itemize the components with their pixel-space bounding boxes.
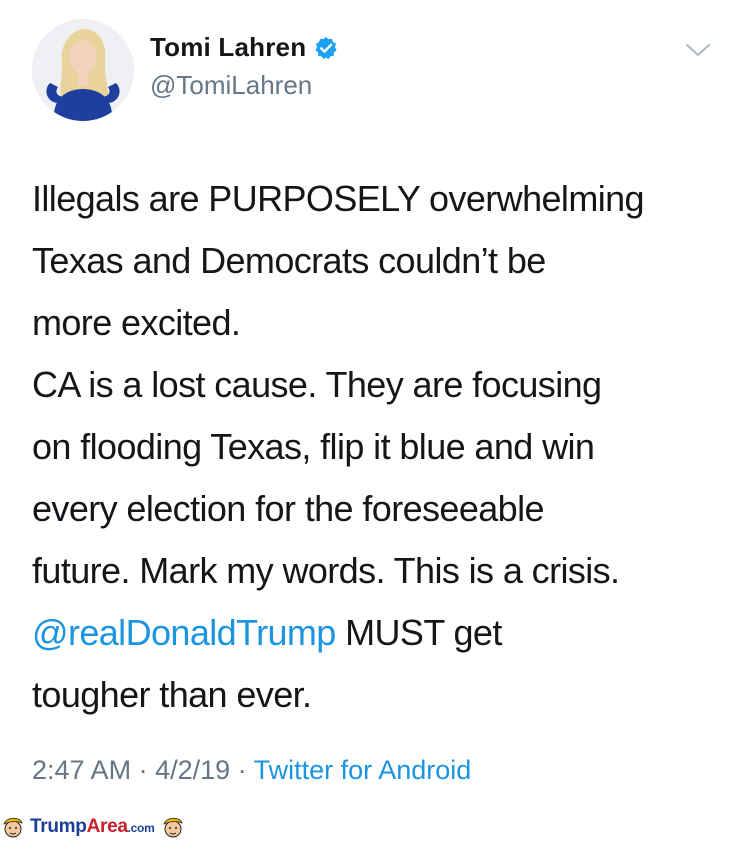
tweet-line: on flooding Texas, flip it blue and win <box>32 426 595 467</box>
tweet-time[interactable]: 2:47 AM <box>32 755 131 785</box>
tweet-line-rest: MUST get <box>335 612 502 653</box>
watermark-text: TrumpArea.com <box>30 816 155 838</box>
tweet-line: every election for the foreseeable <box>32 488 545 529</box>
tweet-text: Illegals are PURPOSELY overwhelming Texa… <box>32 168 722 726</box>
chevron-down-icon[interactable] <box>684 40 712 60</box>
tweet-source-link[interactable]: Twitter for Android <box>254 755 472 785</box>
tweet-line: Illegals are PURPOSELY overwhelming <box>32 178 645 219</box>
author-avatar[interactable] <box>32 19 134 121</box>
author-handle[interactable]: @TomiLahren <box>150 70 312 101</box>
meta-separator: · <box>230 755 254 785</box>
tweet-line: future. Mark my words. This is a crisis. <box>32 550 620 591</box>
author-name[interactable]: Tomi Lahren <box>150 32 306 63</box>
cartoon-face-icon <box>0 814 26 840</box>
meta-separator: · <box>131 755 156 785</box>
watermark-part: Area <box>86 816 128 837</box>
cartoon-face-icon <box>160 814 186 840</box>
tweet-line-mention: @realDonaldTrump MUST get <box>32 602 722 664</box>
watermark-part: .com <box>127 821 155 835</box>
tweet-line: CA is a lost cause. They are focusing <box>32 364 602 405</box>
watermark: TrumpArea.com <box>0 812 186 842</box>
tweet-line: tougher than ever. <box>32 674 312 715</box>
watermark-part: Trump <box>30 816 87 837</box>
verified-badge-icon <box>314 36 338 60</box>
author-name-row[interactable]: Tomi Lahren <box>150 32 338 63</box>
tweet-date[interactable]: 4/2/19 <box>155 755 230 785</box>
tweet-metadata: 2:47 AM · 4/2/19 · Twitter for Android <box>32 755 471 786</box>
tweet-line: more excited. <box>32 302 241 343</box>
tweet-line: Texas and Democrats couldn’t be <box>32 240 546 281</box>
mention-link[interactable]: @realDonaldTrump <box>32 612 336 653</box>
